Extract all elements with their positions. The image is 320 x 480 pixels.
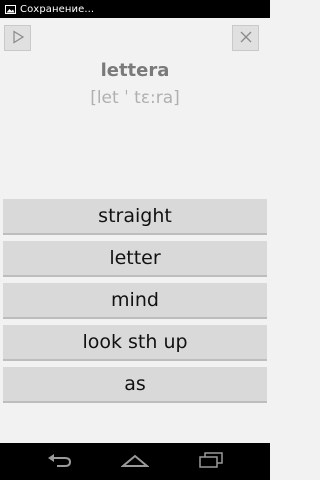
answer-option-button[interactable]: mind (3, 283, 267, 319)
answer-option-button[interactable]: letter (3, 241, 267, 277)
status-notification-text: Сохранение... (20, 3, 95, 15)
recent-apps-button[interactable] (196, 452, 226, 472)
answer-option-button[interactable]: straight (3, 199, 267, 235)
recent-apps-icon (198, 452, 224, 472)
play-button[interactable] (4, 25, 31, 51)
word-transcription: [let ˈ tɛ:ra] (90, 88, 180, 108)
home-button[interactable] (120, 452, 150, 472)
image-icon (5, 4, 16, 14)
play-icon (11, 29, 25, 48)
home-icon (120, 452, 150, 472)
answer-option-button[interactable]: look sth up (3, 325, 267, 361)
answer-option-button[interactable]: as (3, 367, 267, 403)
answer-options: straight letter mind look sth up as (3, 199, 267, 409)
status-bar: Сохранение... (0, 0, 270, 18)
navigation-bar (0, 443, 270, 480)
close-button[interactable] (232, 25, 259, 51)
word-title: lettera (100, 60, 170, 81)
main-content: lettera [let ˈ tɛ:ra] straight letter mi… (0, 18, 270, 443)
close-icon (239, 29, 253, 48)
back-icon (47, 452, 73, 472)
back-button[interactable] (45, 452, 75, 472)
